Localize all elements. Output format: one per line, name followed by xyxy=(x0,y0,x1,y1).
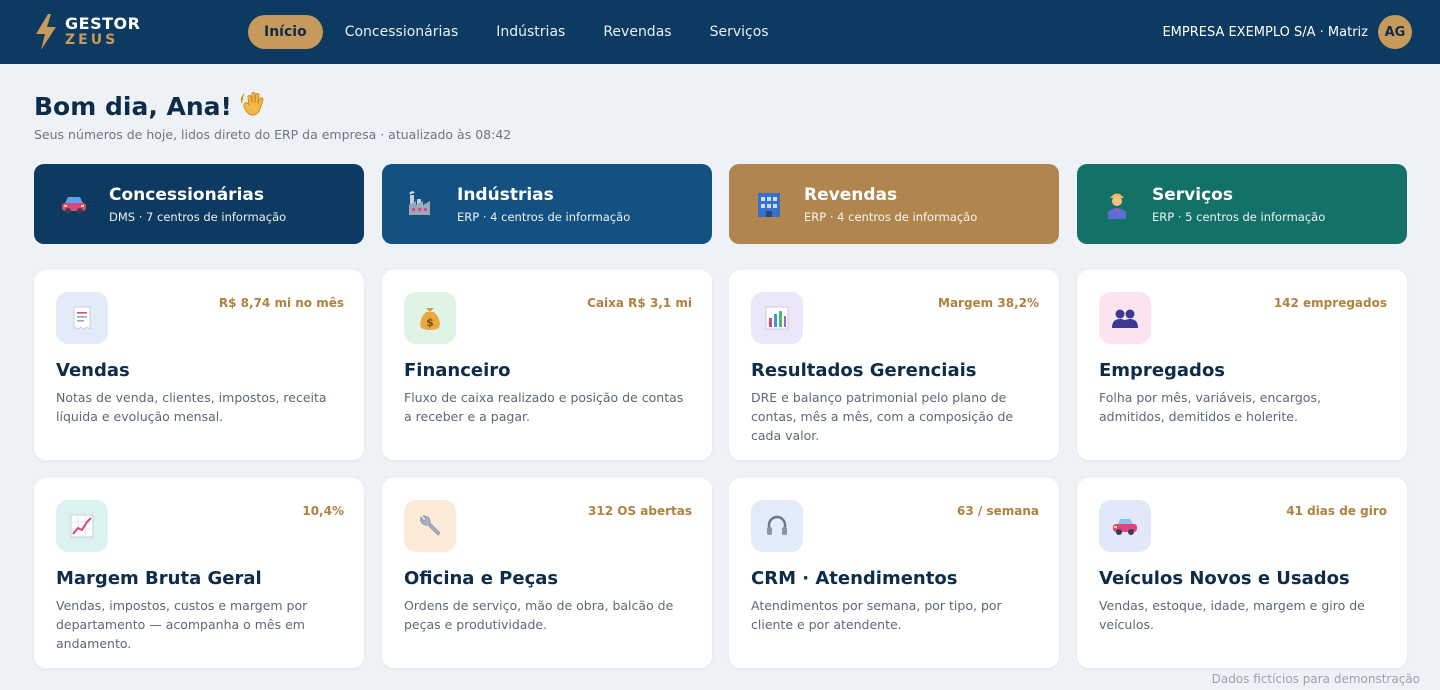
bar-chart-icon xyxy=(751,292,803,344)
worker-icon xyxy=(1101,188,1133,220)
card-title: Empregados xyxy=(1099,360,1226,381)
category-subtitle: ERP · 5 centros de informação xyxy=(1152,209,1326,224)
car-icon xyxy=(58,188,90,220)
card-description: Atendimentos por semana, por tipo, por c… xyxy=(751,598,1002,632)
vehicle-icon xyxy=(1099,500,1151,552)
card-title: CRM · Atendimentos xyxy=(751,568,958,589)
card-metric: 312 OS abertas xyxy=(588,504,692,518)
greeting-text: Bom dia, Ana! xyxy=(34,92,232,121)
category-title: Indústrias xyxy=(457,184,554,205)
card-metric: 63 / semana xyxy=(957,504,1039,518)
card-description: Fluxo de caixa realizado e posição de co… xyxy=(404,390,684,424)
card-metric: 41 dias de giro xyxy=(1286,504,1387,518)
card-oficina-pecas[interactable]: 312 OS abertas Oficina e Peças Ordens de… xyxy=(382,478,712,668)
card-financeiro[interactable]: $ Caixa R$ 3,1 mi Financeiro Fluxo de ca… xyxy=(382,270,712,460)
main-nav: Início Concessionárias Indústrias Revend… xyxy=(248,15,791,49)
category-servicos[interactable]: Serviços ERP · 5 centros de informação xyxy=(1077,164,1407,244)
card-resultados-gerenciais[interactable]: Margem 38,2% Resultados Gerenciais DRE e… xyxy=(729,270,1059,460)
svg-text:$: $ xyxy=(426,316,434,329)
card-metric: 10,4% xyxy=(302,504,344,518)
card-description: DRE e balanço patrimonial pelo plano de … xyxy=(751,390,1014,443)
category-title: Serviços xyxy=(1152,184,1233,205)
logo[interactable]: GESTOR ZEUS xyxy=(34,14,248,50)
category-title: Concessionárias xyxy=(109,184,264,205)
card-crm-atendimentos[interactable]: 63 / semana CRM · Atendimentos Atendimen… xyxy=(729,478,1059,668)
category-industrias[interactable]: Indústrias ERP · 4 centros de informação xyxy=(382,164,712,244)
money-bag-icon: $ xyxy=(404,292,456,344)
category-concessionarias[interactable]: Concessionárias DMS · 7 centros de infor… xyxy=(34,164,364,244)
nav-industrias[interactable]: Indústrias xyxy=(480,15,581,49)
logo-title: GESTOR xyxy=(65,14,141,33)
card-description: Ordens de serviço, mão de obra, balcão d… xyxy=(404,598,674,632)
greeting-subtitle: Seus números de hoje, lidos direto do ER… xyxy=(34,127,512,142)
category-title: Revendas xyxy=(804,184,898,205)
wrench-icon xyxy=(404,500,456,552)
card-empregados[interactable]: 142 empregados Empregados Folha por mês,… xyxy=(1077,270,1407,460)
card-margem-bruta-geral[interactable]: 10,4% Margem Bruta Geral Vendas, imposto… xyxy=(34,478,364,668)
card-description: Folha por mês, variáveis, encargos, admi… xyxy=(1099,390,1321,424)
category-revendas[interactable]: Revendas ERP · 4 centros de informação xyxy=(729,164,1059,244)
receipt-icon xyxy=(56,292,108,344)
category-subtitle: ERP · 4 centros de informação xyxy=(804,209,978,224)
logo-subtitle: ZEUS xyxy=(65,32,119,48)
factory-icon xyxy=(406,188,438,220)
category-subtitle: ERP · 4 centros de informação xyxy=(457,209,631,224)
card-metric: Caixa R$ 3,1 mi xyxy=(587,296,692,310)
nav-concessionarias[interactable]: Concessionárias xyxy=(329,15,475,49)
card-title: Resultados Gerenciais xyxy=(751,360,977,381)
nav-servicos[interactable]: Serviços xyxy=(694,15,785,49)
card-description: Vendas, impostos, custos e margem por de… xyxy=(56,598,308,651)
category-subtitle: DMS · 7 centros de informação xyxy=(109,209,287,224)
nav-inicio[interactable]: Início xyxy=(248,15,323,49)
avatar[interactable]: AG xyxy=(1378,15,1412,49)
store-icon xyxy=(753,188,785,220)
demo-data-note: Dados fictícios para demonstração xyxy=(1211,672,1420,686)
headset-icon xyxy=(751,500,803,552)
card-metric: Margem 38,2% xyxy=(938,296,1039,310)
card-title: Margem Bruta Geral xyxy=(56,568,262,589)
top-bar: GESTOR ZEUS Início Concessionárias Indús… xyxy=(0,0,1440,64)
card-vendas[interactable]: R$ 8,74 mi no mês Vendas Notas de venda,… xyxy=(34,270,364,460)
people-icon xyxy=(1099,292,1151,344)
waving-hand-icon xyxy=(240,91,268,123)
card-title: Financeiro xyxy=(404,360,511,381)
card-description: Vendas, estoque, idade, margem e giro de… xyxy=(1099,598,1365,632)
lightning-bolt-icon xyxy=(36,14,56,50)
card-title: Veículos Novos e Usados xyxy=(1099,568,1350,589)
card-metric: 142 empregados xyxy=(1273,296,1387,310)
card-veiculos-novos-usados[interactable]: 41 dias de giro Veículos Novos e Usados … xyxy=(1077,478,1407,668)
card-description: Notas de venda, clientes, impostos, rece… xyxy=(56,390,327,424)
nav-revendas[interactable]: Revendas xyxy=(587,15,687,49)
company-name[interactable]: EMPRESA EXEMPLO S/A · Matriz xyxy=(1162,25,1368,40)
card-title: Vendas xyxy=(56,360,130,381)
card-metric: R$ 8,74 mi no mês xyxy=(218,296,344,310)
greeting-heading: Bom dia, Ana! xyxy=(34,91,268,123)
trend-chart-icon xyxy=(56,500,108,552)
card-title: Oficina e Peças xyxy=(404,568,559,589)
